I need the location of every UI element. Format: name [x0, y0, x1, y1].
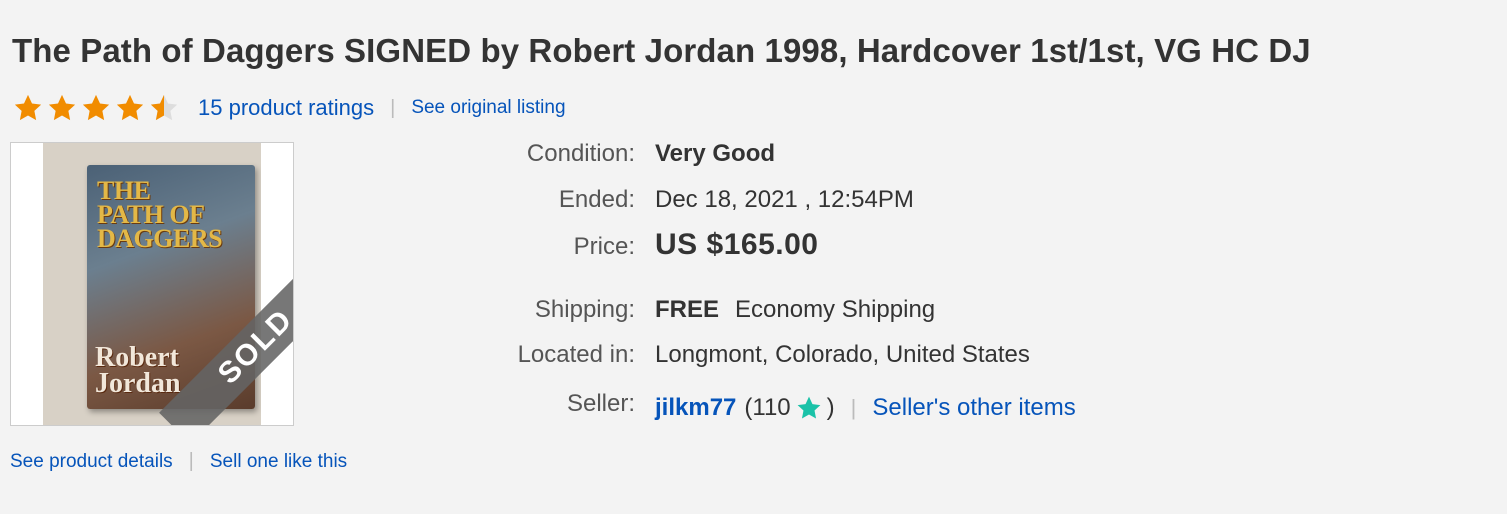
condition-label: Condition: — [526, 140, 635, 167]
feedback-star-icon — [797, 396, 821, 419]
location-label: Located in: — [517, 341, 635, 368]
seller-feedback-score[interactable]: (110 — [744, 394, 790, 422]
star-full-icon — [14, 94, 42, 121]
star-half-icon — [150, 94, 178, 121]
shipping-method: Economy Shipping — [735, 296, 936, 323]
ended-value: Dec 18, 2021 , 12:54PM — [655, 186, 914, 213]
seller-label: Seller: — [566, 390, 635, 417]
location-row: Located in: Longmont, Colorado, United S… — [430, 341, 1030, 369]
rating-row: 15 product ratings | See original listin… — [12, 92, 566, 124]
star-rating[interactable] — [12, 93, 180, 123]
see-original-listing-link[interactable]: See original listing — [411, 97, 565, 119]
sell-one-like-this-link[interactable]: Sell one like this — [210, 451, 347, 473]
seller-name-link[interactable]: jilkm77 — [655, 394, 736, 422]
shipping-free: FREE — [655, 296, 720, 323]
shipping-label: Shipping: — [534, 296, 635, 323]
ended-label: Ended: — [558, 186, 635, 213]
shipping-row: Shipping: FREE Economy Shipping — [430, 296, 935, 324]
ended-row: Ended: Dec 18, 2021 , 12:54PM — [430, 186, 914, 214]
price-value: US $165.00 — [655, 228, 819, 261]
seller-feedback-close: ) — [826, 394, 835, 421]
divider: | — [850, 395, 857, 420]
product-ratings-link[interactable]: 15 product ratings — [198, 95, 374, 121]
condition-value: Very Good — [655, 140, 776, 167]
bottom-links: See product details | Sell one like this — [10, 450, 347, 473]
star-full-icon — [116, 94, 144, 121]
book-cover-title: THE PATH OF DAGGERS — [97, 176, 223, 253]
price-label: Price: — [573, 233, 635, 260]
sellers-other-items-link[interactable]: Seller's other items — [872, 394, 1075, 422]
star-full-icon — [82, 94, 110, 121]
location-value: Longmont, Colorado, United States — [655, 341, 1030, 368]
seller-info: jilkm77 (110 ) | Seller's other items — [655, 394, 1076, 422]
item-image[interactable]: THE PATH OF DAGGERS Robert Jordan SOLD — [10, 142, 294, 426]
divider: | — [188, 450, 194, 472]
star-full-icon — [48, 94, 76, 121]
seller-row: Seller: jilkm77 (110 ) | Seller's other … — [430, 390, 1076, 421]
divider: | — [390, 96, 396, 119]
see-product-details-link[interactable]: See product details — [10, 451, 173, 473]
condition-row: Condition: Very Good — [430, 140, 775, 168]
listing-title: The Path of Daggers SIGNED by Robert Jor… — [12, 32, 1311, 69]
price-row: Price: US $165.00 — [430, 228, 818, 262]
